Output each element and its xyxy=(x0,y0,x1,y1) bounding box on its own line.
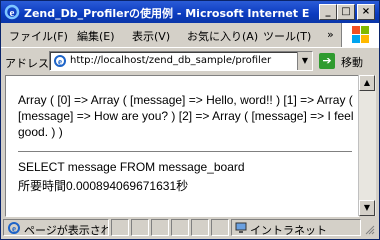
scroll-up-icon[interactable]: ▲ xyxy=(359,75,375,91)
scroll-down-icon[interactable]: ▼ xyxy=(359,200,375,216)
status-text: ページが表示されました xyxy=(24,224,109,236)
intranet-zone-icon xyxy=(235,222,247,233)
menu-tools[interactable]: ツール(T) xyxy=(263,28,311,44)
go-label: 移動 xyxy=(341,56,363,69)
menu-file[interactable]: ファイル(F) xyxy=(9,28,68,44)
zone-cell: イントラネット xyxy=(231,219,361,237)
go-button[interactable]: ➔ 移動 xyxy=(317,52,377,70)
page-icon: e xyxy=(54,55,66,67)
windows-logo-icon xyxy=(341,23,379,47)
minimize-button[interactable]: _ xyxy=(319,4,337,20)
close-button[interactable]: × xyxy=(357,4,375,20)
menu-overflow-chevron[interactable]: » xyxy=(327,28,334,41)
address-url: http://localhost/zend_db_sample/profiler xyxy=(70,55,272,66)
address-dropdown-icon[interactable]: ▼ xyxy=(297,52,312,70)
menu-favorites[interactable]: お気に入り(A) xyxy=(187,28,258,44)
horizontal-rule xyxy=(18,151,352,153)
svg-text:e: e xyxy=(12,224,16,234)
status-cell-4 xyxy=(171,219,189,236)
zone-text: イントラネット xyxy=(250,224,327,237)
elapsed-time: 所要時間0.000894069671631秒 xyxy=(18,179,189,193)
page-content: Array ( [0] => Array ( [message] => Hell… xyxy=(5,75,359,217)
sql-query: SELECT message FROM message_board xyxy=(18,160,245,174)
menu-edit[interactable]: 編集(E) xyxy=(77,28,115,44)
menu-bar: ファイル(F) 編集(E) 表示(V) お気に入り(A) ツール(T) » xyxy=(1,24,339,46)
browser-window: e Zend_Db_Profilerの使用例 - Microsoft Inter… xyxy=(0,0,380,240)
status-cell-6 xyxy=(211,219,229,236)
maximize-button[interactable]: □ xyxy=(337,4,355,20)
resize-grip-icon[interactable] xyxy=(363,223,375,235)
go-arrow-icon: ➔ xyxy=(319,53,335,69)
vertical-scrollbar[interactable]: ▲ ▼ xyxy=(358,75,376,216)
internet-explorer-icon: e xyxy=(4,4,20,20)
svg-text:e: e xyxy=(10,7,15,19)
title-bar[interactable]: e Zend_Db_Profilerの使用例 - Microsoft Inter… xyxy=(1,1,379,23)
svg-text:e: e xyxy=(58,57,62,67)
status-cell-3 xyxy=(151,219,169,236)
status-text-cell: e ページが表示されました xyxy=(3,219,109,236)
menu-view[interactable]: 表示(V) xyxy=(132,28,170,44)
status-bar: e ページが表示されました イントラネット xyxy=(1,217,379,239)
done-page-icon: e xyxy=(8,222,20,234)
status-cell-2 xyxy=(131,219,149,236)
status-cell-1 xyxy=(111,219,129,236)
array-output: Array ( [0] => Array ( [message] => Hell… xyxy=(18,93,354,139)
status-cell-5 xyxy=(191,219,209,236)
address-bar: アドレス(D) e http://localhost/zend_db_sampl… xyxy=(1,47,379,74)
window-title: Zend_Db_Profilerの使用例 - Microsoft Interne… xyxy=(24,7,309,20)
address-input[interactable]: e http://localhost/zend_db_sample/profil… xyxy=(49,51,313,71)
